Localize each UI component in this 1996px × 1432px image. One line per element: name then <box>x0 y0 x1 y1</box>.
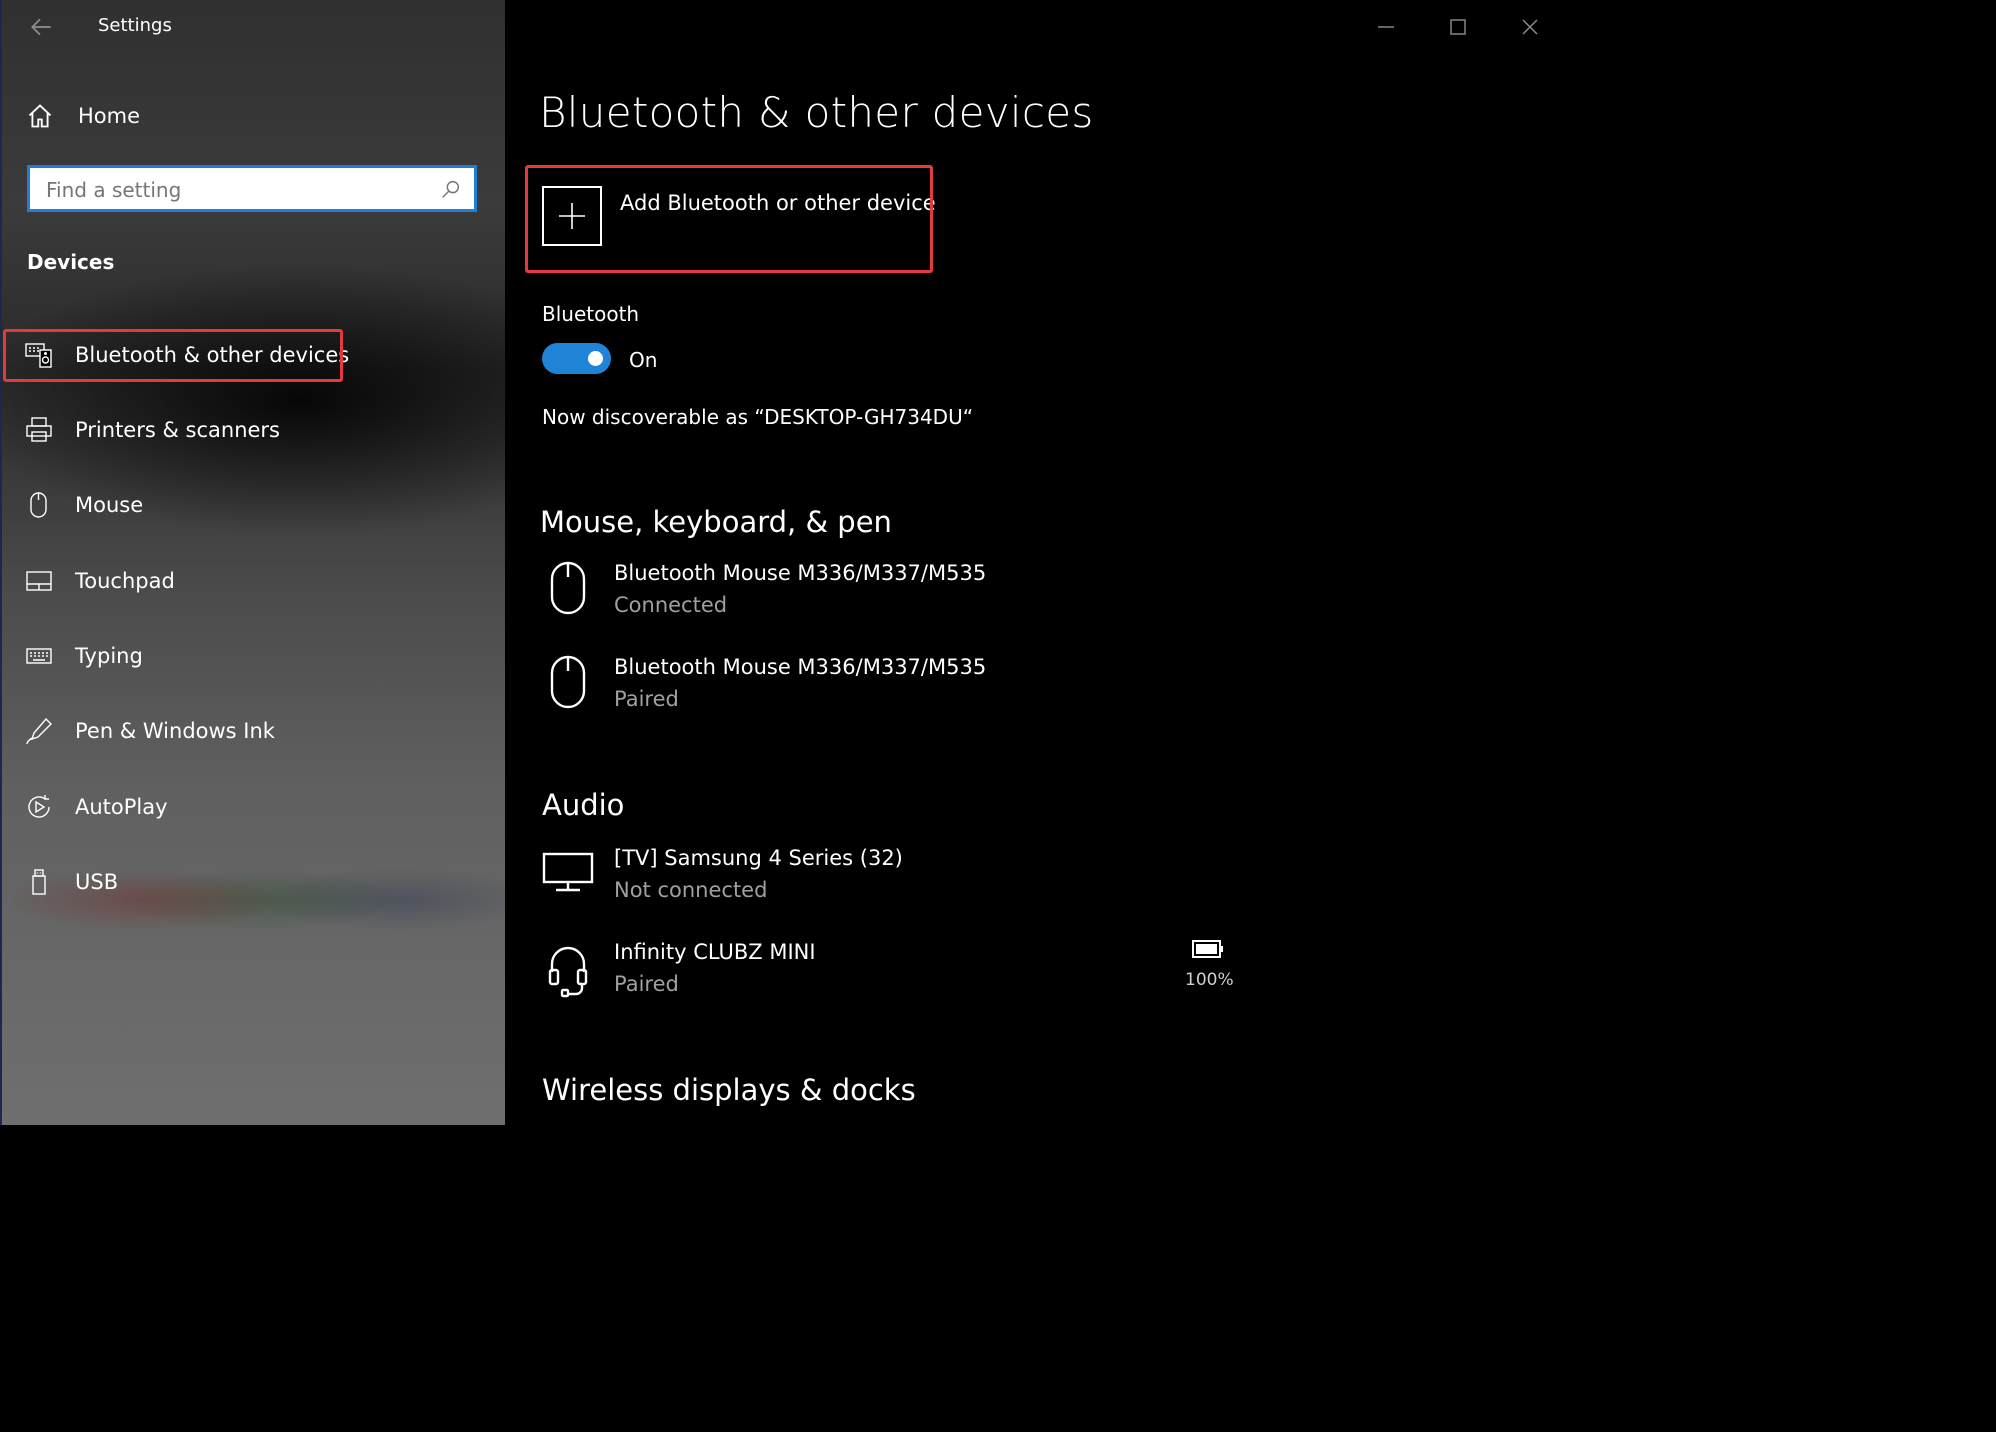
device-name: [TV] Samsung 4 Series (32) <box>614 846 903 870</box>
home-label: Home <box>78 104 141 128</box>
home-icon <box>28 104 52 128</box>
sidebar-item-label: Touchpad <box>75 569 175 593</box>
device-name: Bluetooth Mouse M336/M337/M535 <box>614 561 987 585</box>
maximize-icon[interactable] <box>1443 12 1473 42</box>
sidebar-item-label: Printers & scanners <box>75 418 280 442</box>
headset-icon <box>548 946 588 998</box>
device-name: Bluetooth Mouse M336/M337/M535 <box>614 655 987 679</box>
sidebar-item-label: Mouse <box>75 493 144 517</box>
printer-icon <box>26 417 52 442</box>
mouse-icon <box>550 561 586 615</box>
page-title: Bluetooth & other devices <box>539 88 1094 137</box>
search-box[interactable] <box>27 165 477 212</box>
device-status: Connected <box>614 593 728 617</box>
keyboard-icon <box>26 648 52 664</box>
sidebar-item-typing[interactable]: Typing <box>0 630 505 682</box>
battery-indicator: 100% <box>1185 938 1234 990</box>
device-status: Paired <box>614 687 679 711</box>
section-heading-mouse-keyboard-pen: Mouse, keyboard, & pen <box>540 505 892 539</box>
sidebar-item-printers[interactable]: Printers & scanners <box>0 404 505 456</box>
search-input[interactable] <box>44 174 428 206</box>
device-item[interactable]: Bluetooth Mouse M336/M337/M535 Paired <box>540 655 1240 725</box>
nav-home[interactable]: Home <box>26 98 140 134</box>
app-title: Settings <box>98 15 172 36</box>
sidebar-item-label: Pen & Windows Ink <box>75 719 275 743</box>
sidebar: Settings Home Devices Bluetooth & other … <box>0 0 505 1125</box>
sidebar-item-touchpad[interactable]: Touchpad <box>0 555 505 607</box>
mouse-icon <box>30 492 47 518</box>
bluetooth-toggle[interactable] <box>542 343 611 374</box>
sidebar-item-usb[interactable]: USB <box>0 856 505 908</box>
minimize-icon[interactable] <box>1371 12 1401 42</box>
section-heading-audio: Audio <box>542 788 625 822</box>
mouse-icon <box>550 655 586 709</box>
add-device-highlight <box>525 165 933 273</box>
sidebar-item-autoplay[interactable]: AutoPlay <box>0 781 505 833</box>
device-status: Paired <box>614 972 679 996</box>
device-name: Infinity CLUBZ MINI <box>614 940 816 964</box>
discoverable-text: Now discoverable as “DESKTOP-GH734DU“ <box>542 405 974 429</box>
device-item[interactable]: Infinity CLUBZ MINI Paired <box>540 940 1240 1010</box>
monitor-icon <box>542 852 594 892</box>
settings-window: Settings Home Devices Bluetooth & other … <box>0 0 1568 1125</box>
bluetooth-label: Bluetooth <box>542 302 640 326</box>
pen-icon <box>26 717 52 745</box>
section-title-devices: Devices <box>27 250 115 274</box>
battery-percent: 100% <box>1185 970 1234 990</box>
sidebar-item-label: AutoPlay <box>75 795 168 819</box>
sidebar-item-mouse[interactable]: Mouse <box>0 479 505 531</box>
section-heading-wireless-displays: Wireless displays & docks <box>542 1073 916 1107</box>
device-status: Not connected <box>614 878 768 902</box>
bluetooth-toggle-state: On <box>629 348 658 372</box>
device-item[interactable]: [TV] Samsung 4 Series (32) Not connected <box>540 846 1240 916</box>
close-icon[interactable] <box>1515 12 1545 42</box>
sidebar-item-label: Typing <box>75 644 143 668</box>
sidebar-item-label: USB <box>75 870 119 894</box>
selection-highlight <box>3 329 343 382</box>
autoplay-icon <box>28 795 50 818</box>
usb-icon <box>32 869 46 895</box>
touchpad-icon <box>26 571 52 591</box>
back-arrow-icon[interactable] <box>28 14 54 40</box>
toggle-knob <box>588 351 603 366</box>
sidebar-item-pen[interactable]: Pen & Windows Ink <box>0 705 505 757</box>
device-item[interactable]: Bluetooth Mouse M336/M337/M535 Connected <box>540 561 1240 631</box>
search-icon[interactable] <box>440 178 462 200</box>
battery-icon <box>1192 940 1223 958</box>
